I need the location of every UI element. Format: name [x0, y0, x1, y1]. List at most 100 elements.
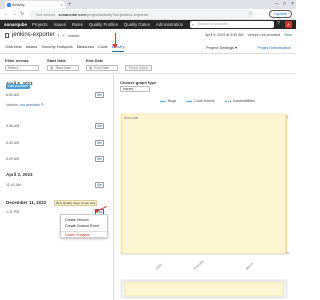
analysis-time: 6:36 AM — [6, 124, 20, 128]
filter-events-select[interactable]: Select... — [5, 65, 39, 71]
create-custom-event-item[interactable]: Create Custom Event — [65, 224, 99, 228]
project-meta: April 5, 2023 at 6:59 AM Version not pro… — [205, 33, 292, 37]
nav-issues[interactable]: Issues — [54, 20, 66, 29]
nav-quality-gates[interactable]: Quality Gates — [124, 20, 150, 29]
reload-icon[interactable]: ↻ — [20, 10, 24, 19]
graph-type-label: Choose graph type — [120, 80, 157, 85]
tab-overview[interactable]: Overview — [5, 44, 22, 52]
nav-rules[interactable]: Rules — [72, 20, 83, 29]
help-icon[interactable]: ? — [277, 20, 280, 29]
analysis-time: 6:29 AM — [6, 157, 20, 161]
tab-code[interactable]: Code — [98, 44, 108, 52]
tab-security-hotspots[interactable]: Security Hotspots — [41, 44, 72, 52]
tab-measures[interactable]: Measures — [77, 44, 95, 52]
x-axis-tick-label: February — [193, 259, 205, 271]
avatar[interactable]: A — [285, 21, 292, 28]
search-input[interactable]: ⌕ Search for projects... — [190, 21, 274, 28]
legend-item[interactable]: Code Smells — [186, 99, 215, 103]
calendar-icon: ▦ — [89, 66, 93, 70]
legend-label: Bugs — [168, 99, 177, 103]
activity-chart[interactable]: New code 1 0 2023FebruaryMarch 2023Febru… — [119, 112, 291, 300]
chevron-down-icon[interactable]: ▾ — [58, 33, 60, 37]
update-button[interactable]: Update — [269, 10, 292, 18]
start-date-label: Start Date — [47, 58, 66, 63]
minimize-icon[interactable]: – — [275, 0, 278, 9]
close-window-icon[interactable]: × — [291, 0, 294, 9]
sonarqube-logo[interactable]: sonarqube — [4, 20, 27, 29]
x-axis-tick-label: 2023 — [155, 263, 163, 271]
start-date-input[interactable]: ▦ Start Date — [47, 65, 79, 71]
url-field[interactable]: Not secure sonarcube.com/project/activit… — [30, 10, 255, 19]
analysis-time: 1:11 PM — [6, 210, 20, 214]
tab-issues[interactable]: Issues — [26, 44, 38, 52]
forward-icon[interactable]: → — [12, 10, 17, 19]
search-icon: ⌕ — [192, 22, 195, 27]
legend-item[interactable]: Bugs — [160, 99, 176, 103]
project-title: jenkins-exporter ▾ ⑂ master — [5, 32, 80, 38]
project-tabs: Overview Issues Security Hotspots Measur… — [5, 44, 125, 52]
graph-type-select[interactable]: Issues — [120, 86, 150, 92]
end-date-label: End Date — [86, 58, 104, 63]
analysis-time: 6:30 AM — [6, 141, 20, 145]
analysis-menu-button[interactable]: ⚙▾ — [95, 140, 104, 146]
nav-quality-profiles[interactable]: Quality Profiles — [89, 20, 118, 29]
legend-item[interactable]: Vulnerabilities — [224, 99, 255, 103]
version-event: Version: not provided ✎ — [6, 102, 44, 107]
date-header: April 2, 2023 — [6, 172, 33, 177]
project-information-link[interactable]: Project Information — [257, 45, 291, 50]
y-axis-tick-label: 0 — [287, 251, 289, 255]
quality-gate-event: New Quality Gate: Sonar way — [54, 200, 98, 206]
x-axis-tick-label: March — [245, 261, 254, 270]
end-date-input[interactable]: ▦ End Date — [86, 65, 118, 71]
analysis-menu-button[interactable]: ⚙▾ — [95, 123, 104, 129]
analysis-time: 11:42 AM — [6, 183, 21, 187]
view-link[interactable]: View — [284, 33, 292, 37]
project-header: jenkins-exporter ▾ ⑂ master April 5, 202… — [0, 29, 296, 54]
project-name[interactable]: jenkins-exporter — [12, 32, 55, 38]
analysis-version: Version not provided — [247, 33, 281, 37]
url-path: /project/activity?id=jenkins-exporter — [85, 12, 149, 17]
status-badge: Last provided — [6, 84, 30, 89]
delete-analysis-item[interactable]: Delete Analysis — [65, 233, 90, 237]
window-controls: – □ × — [275, 0, 294, 9]
legend-label: Code Smells — [194, 99, 215, 103]
activity-filters: Filter events Select... Start Date ▦ Star… — [0, 55, 296, 73]
favicon-icon — [7, 3, 11, 7]
back-icon[interactable]: ← — [4, 10, 9, 19]
zoom-window[interactable] — [124, 281, 284, 297]
address-bar: ← → ↻ Not secure sonarcube.com/project/a… — [0, 9, 296, 20]
new-tab-button[interactable]: + — [68, 1, 72, 9]
create-version-item[interactable]: Create Version — [65, 218, 89, 222]
edit-icon[interactable]: ✎ — [41, 102, 44, 107]
browser-tabstrip: Activity × + – □ × — [0, 0, 296, 9]
branch-name[interactable]: master — [68, 33, 80, 38]
browser-tab[interactable]: Activity × — [5, 1, 65, 9]
close-tab-icon[interactable]: × — [61, 1, 63, 9]
analysis-menu-button[interactable]: ⚙▾ — [95, 92, 104, 98]
project-settings-menu[interactable]: Project Settings ▾ — [206, 45, 237, 50]
project-icon — [5, 32, 9, 38]
calendar-icon: ▦ — [50, 66, 54, 70]
version-label: Version: — [6, 103, 19, 107]
legend-swatch — [160, 100, 166, 102]
nav-projects[interactable]: Projects — [32, 20, 48, 29]
analysis-menu-button[interactable]: ⚙▾ — [95, 182, 104, 188]
nav-administration[interactable]: Administration — [156, 20, 183, 29]
maximize-icon[interactable]: □ — [283, 0, 286, 9]
analysis-menu-button[interactable]: ⚙▾ — [95, 156, 104, 162]
activity-graph-panel: Choose graph type Issues Bugs Code Smell… — [115, 74, 296, 300]
start-date-placeholder: Start Date — [55, 66, 72, 70]
new-code-area — [120, 113, 288, 255]
branch-icon: ⑂ — [62, 32, 65, 38]
date-header: December 11, 2022 — [6, 200, 47, 205]
filter-events-label: Filter events — [5, 58, 29, 63]
tab-title: Activity — [12, 2, 25, 7]
bookmark-star-icon[interactable]: ☆ — [248, 10, 252, 19]
reset-dates-button[interactable]: Reset dates — [125, 65, 152, 71]
url-host: sonarcube.com — [58, 12, 86, 17]
end-date-placeholder: End Date — [94, 66, 109, 70]
new-code-label: New code — [124, 116, 138, 120]
menu-divider — [61, 231, 109, 232]
version-value: not provided — [20, 103, 40, 107]
annotation-arrow-head — [112, 44, 118, 48]
